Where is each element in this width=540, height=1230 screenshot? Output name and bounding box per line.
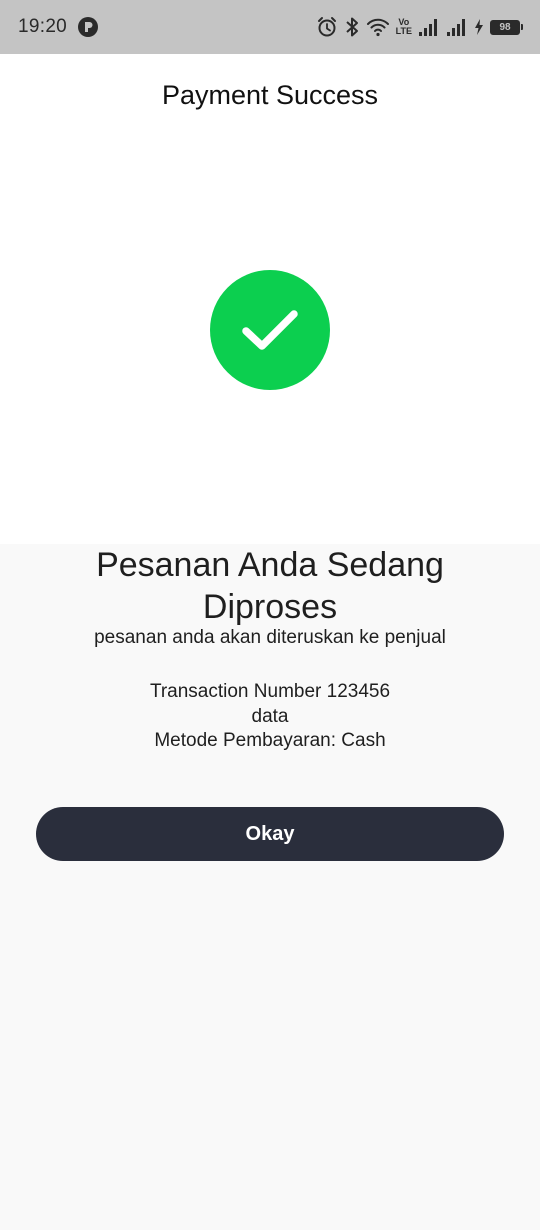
status-bar-left: 19:20 (18, 16, 99, 38)
success-badge (210, 270, 330, 390)
header-card: Payment Success (0, 54, 540, 544)
charging-icon (474, 18, 484, 36)
bluetooth-icon (344, 16, 360, 38)
app-notification-icon (77, 16, 99, 38)
message-title: Pesanan Anda Sedang Diproses (96, 546, 444, 626)
payment-success-screen: 19:20 Vo LTE 98 Payment Success Pesanan … (0, 0, 540, 1230)
status-bar-right: Vo LTE 98 (316, 16, 523, 38)
status-time: 19:20 (18, 16, 68, 37)
message-subtitle: pesanan anda akan diteruskan ke penjual (94, 627, 446, 648)
battery-level: 98 (499, 21, 511, 33)
okay-button[interactable]: Okay (36, 807, 504, 861)
checkmark-icon (242, 310, 298, 350)
battery-icon: 98 (490, 19, 523, 35)
volte-bottom: LTE (395, 26, 412, 36)
signal-icon (446, 17, 468, 37)
wifi-icon (366, 16, 390, 38)
signal-icon (418, 17, 440, 37)
transaction-number: Transaction Number 123456 (149, 681, 391, 702)
transaction-data: data (251, 705, 289, 727)
alarm-icon (316, 16, 338, 38)
page-title: Payment Success (161, 80, 379, 110)
payment-method: Metode Pembayaran: Cash (154, 730, 386, 751)
volte-icon: Vo LTE (396, 18, 412, 36)
status-bar: 19:20 Vo LTE 98 (0, 0, 540, 54)
transaction-info: Transaction Number 123456 data Metode Pe… (0, 680, 540, 754)
